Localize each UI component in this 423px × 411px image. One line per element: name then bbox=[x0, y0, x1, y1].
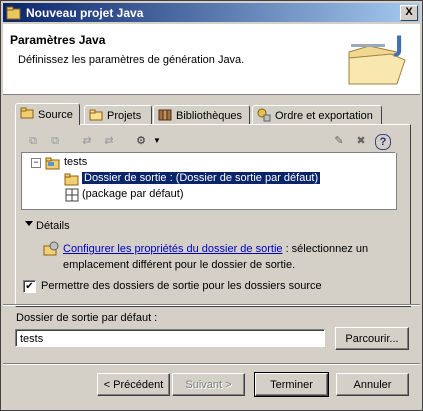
remove-icon[interactable]: ✖ bbox=[353, 133, 369, 149]
close-icon: X bbox=[405, 6, 413, 18]
order-export-icon bbox=[257, 108, 271, 122]
exclude-icon: ⇄ bbox=[104, 135, 114, 147]
page-title: Paramètres Java bbox=[10, 33, 106, 47]
package-icon bbox=[65, 188, 79, 202]
tree-root-label[interactable]: tests bbox=[64, 156, 87, 168]
tab-projects[interactable]: Projets bbox=[84, 105, 152, 124]
projects-folder-icon bbox=[89, 109, 103, 121]
source-tree: − tests Dossier de sortie : (Dossier de … bbox=[21, 153, 397, 210]
svg-text:J: J bbox=[393, 34, 403, 58]
collapse-icon[interactable]: − bbox=[31, 158, 41, 168]
source-folder-icon bbox=[20, 107, 34, 119]
configure-folder-icon bbox=[43, 241, 59, 256]
help-icon[interactable]: ? bbox=[375, 134, 391, 150]
allow-output-folders-label[interactable]: Permettre des dossiers de sortie pour le… bbox=[41, 280, 322, 292]
new-java-project-wizard-icon: J bbox=[348, 34, 406, 85]
dialog-window: Nouveau projet Java X Paramètres Java Dé… bbox=[0, 0, 423, 411]
finish-button[interactable]: Terminer bbox=[254, 372, 329, 397]
tab-libraries[interactable]: Bibliothèques bbox=[153, 105, 250, 124]
tab-label: Projets bbox=[107, 110, 142, 122]
close-button[interactable]: X bbox=[400, 5, 418, 21]
tab-label: Ordre et exportation bbox=[275, 110, 373, 122]
default-output-folder-input[interactable]: tests bbox=[15, 329, 325, 347]
tab-label: Bibliothèques bbox=[176, 110, 243, 122]
include-icon: ⇄ bbox=[82, 135, 92, 147]
project-folder-icon bbox=[45, 157, 60, 170]
add-folder-icon: ⧉ bbox=[29, 135, 37, 147]
divider bbox=[3, 363, 420, 365]
cancel-button[interactable]: Annuler bbox=[336, 373, 409, 396]
tree-item-output-folder[interactable]: Dossier de sortie : (Dossier de sortie p… bbox=[80, 171, 322, 185]
tab-order-export[interactable]: Ordre et exportation bbox=[252, 105, 382, 124]
dropdown-arrow-icon[interactable]: ▼ bbox=[149, 133, 165, 149]
allow-output-folders-checkbox[interactable]: ✔ bbox=[23, 280, 36, 293]
details-label[interactable]: Détails bbox=[36, 220, 70, 232]
next-button[interactable]: Suivant > bbox=[172, 373, 245, 396]
wizard-banner: Paramètres Java Définissez les paramètre… bbox=[3, 24, 420, 95]
libraries-icon bbox=[158, 109, 172, 121]
source-toolbar: ⧉ ⧉ ⇄ ⇄ ⚙ ▼ ✎ ✖ ? bbox=[21, 130, 395, 153]
output-folder-icon bbox=[64, 173, 79, 186]
tab-label: Source bbox=[38, 109, 73, 121]
browse-button[interactable]: Parcourir... bbox=[335, 327, 409, 350]
title-bar[interactable]: Nouveau projet Java X bbox=[3, 3, 420, 22]
tree-item-default-package[interactable]: (package par défaut) bbox=[82, 188, 184, 200]
details-toggle-icon[interactable] bbox=[25, 221, 33, 226]
tab-source[interactable]: Source bbox=[15, 103, 80, 125]
window-title: Nouveau projet Java bbox=[26, 6, 144, 20]
java-project-icon bbox=[6, 6, 21, 20]
configure-output-folder-link[interactable]: Configurer les propriétés du dossier de … bbox=[63, 243, 283, 255]
tree-item-label: Dossier de sortie : (Dossier de sortie p… bbox=[80, 171, 322, 185]
edit-icon[interactable]: ✎ bbox=[331, 133, 347, 149]
configure-build-path-icon[interactable]: ⚙ bbox=[133, 133, 149, 149]
page-description: Définissez les paramètres de génération … bbox=[18, 54, 245, 66]
divider bbox=[3, 304, 420, 306]
default-output-folder-label: Dossier de sortie par défaut : bbox=[16, 312, 158, 324]
back-button[interactable]: < Précédent bbox=[97, 373, 170, 396]
link-folder-icon: ⧉ bbox=[51, 135, 59, 147]
details-text: Configurer les propriétés du dossier de … bbox=[63, 241, 393, 273]
